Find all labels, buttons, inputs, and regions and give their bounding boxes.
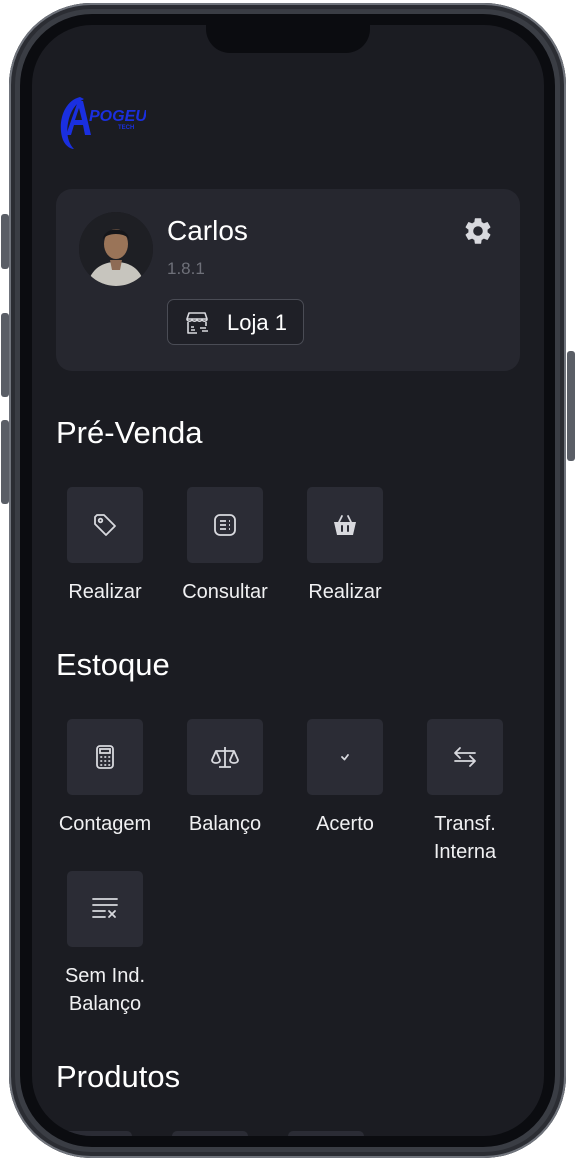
pre-venda-consultar-tile[interactable]: Consultar xyxy=(165,487,285,606)
section-title-produtos: Produtos xyxy=(56,1059,181,1094)
section-title-estoque: Estoque xyxy=(56,647,170,682)
svg-text:POGEU: POGEU xyxy=(89,108,146,125)
estoque-sem-ind-balanco-tile[interactable]: Sem Ind. Balanço xyxy=(45,871,165,1018)
transfer-arrows-icon xyxy=(454,747,476,767)
camera-notch xyxy=(206,25,370,53)
tile-label: Realizar xyxy=(68,581,142,603)
profile-card: Carlos 1.8.1 Loja 1 xyxy=(56,189,520,371)
tile-label: Consultar xyxy=(182,581,268,603)
volume-down-button xyxy=(1,420,9,504)
estoque-contagem-tile[interactable]: Contagem xyxy=(45,719,165,838)
pre-venda-realizar-basket-tile[interactable]: Realizar xyxy=(285,487,405,606)
power-button xyxy=(567,351,575,461)
produtos-tile[interactable] xyxy=(172,1131,248,1136)
tag-icon xyxy=(94,514,116,536)
pre-venda-realizar-tile[interactable]: Realizar xyxy=(45,487,165,606)
tile-label: Sem Ind. Balanço xyxy=(64,965,146,1015)
app-screen: POGEU TECH Carlos 1.8.1 Loja 1 Pré-Venda… xyxy=(32,25,544,1136)
user-name: Carlos xyxy=(167,215,248,246)
produtos-tile[interactable] xyxy=(56,1131,132,1136)
volume-up-button xyxy=(1,313,9,397)
gear-icon[interactable] xyxy=(462,215,494,247)
tile-label: Transf. Interna xyxy=(433,813,497,863)
checkbox-icon xyxy=(341,754,349,761)
mute-switch xyxy=(1,214,9,269)
apogeu-logo: POGEU TECH xyxy=(60,97,146,149)
list-remove-icon xyxy=(92,898,118,918)
calculator-icon xyxy=(96,745,114,769)
estoque-acerto-tile[interactable]: Acerto xyxy=(285,719,405,838)
scale-icon xyxy=(211,747,239,768)
tile-label: Contagem xyxy=(58,813,152,835)
avatar[interactable] xyxy=(79,212,153,286)
produtos-tile[interactable] xyxy=(288,1131,364,1136)
store-selector[interactable]: Loja 1 xyxy=(167,299,304,345)
estoque-balanco-tile[interactable]: Balanço xyxy=(165,719,285,838)
store-icon xyxy=(186,312,208,334)
svg-text:TECH: TECH xyxy=(118,125,134,131)
app-version: 1.8.1 xyxy=(167,259,205,278)
tile-label: Acerto xyxy=(316,813,374,835)
tile-label: Balanço xyxy=(188,813,262,835)
basket-icon xyxy=(334,515,356,535)
store-label: Loja 1 xyxy=(227,310,287,335)
estoque-transf-interna-tile[interactable]: Transf. Interna xyxy=(405,719,525,866)
receipt-list-icon xyxy=(214,514,236,536)
tile-label: Realizar xyxy=(308,581,382,603)
section-title-pre-venda: Pré-Venda xyxy=(56,415,203,450)
